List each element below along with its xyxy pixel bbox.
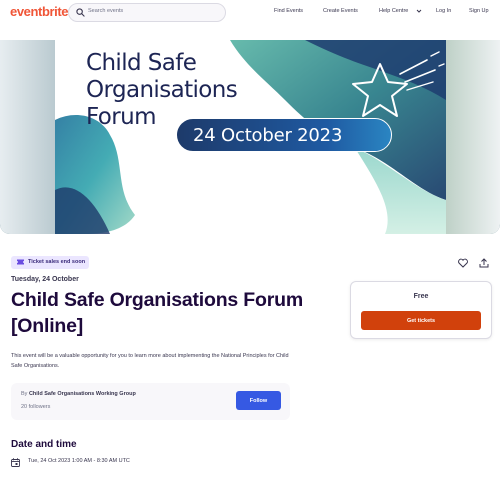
date-time-heading: Date and time bbox=[11, 439, 77, 450]
nav-help-centre[interactable]: Help Centre bbox=[379, 8, 408, 14]
ticket-icon bbox=[17, 259, 24, 265]
calendar-icon bbox=[11, 458, 20, 467]
search-bar[interactable]: Search events bbox=[68, 3, 226, 22]
heart-icon[interactable] bbox=[456, 256, 470, 270]
hero-backdrop-right bbox=[440, 40, 500, 234]
hero-title-line: Organisations bbox=[86, 77, 238, 103]
share-icon[interactable] bbox=[477, 256, 491, 270]
organizer-line: By Child Safe Organisations Working Grou… bbox=[21, 391, 136, 397]
nav-find-events[interactable]: Find Events bbox=[274, 8, 303, 14]
ticket-price: Free bbox=[413, 293, 429, 300]
chevron-down-icon[interactable] bbox=[416, 8, 422, 14]
organizer-followers: 20 followers bbox=[21, 404, 51, 410]
hero-date-pill: 24 October 2023 bbox=[176, 118, 392, 152]
hero-title-line: Child Safe bbox=[86, 50, 197, 76]
ticket-sales-badge: Ticket sales end soon bbox=[11, 256, 89, 269]
top-nav: eventbrite Search events Find Events Cre… bbox=[0, 0, 500, 26]
get-tickets-button[interactable]: Get tickets bbox=[361, 311, 481, 330]
follow-button[interactable]: Follow bbox=[236, 391, 281, 410]
date-time-value: Tue, 24 Oct 2023 1:00 AM - 8:30 AM UTC bbox=[28, 458, 130, 464]
nav-sign-up[interactable]: Sign Up bbox=[469, 8, 489, 14]
nav-log-in[interactable]: Log In bbox=[436, 8, 451, 14]
organizer-name[interactable]: Child Safe Organisations Working Group bbox=[29, 391, 136, 397]
eventbrite-logo[interactable]: eventbrite bbox=[10, 4, 69, 19]
organizer-by-label: By bbox=[21, 391, 28, 397]
search-input[interactable]: Search events bbox=[88, 8, 123, 14]
event-title: Child Safe Organisations Forum [Online] bbox=[11, 289, 303, 337]
organizer-card: By Child Safe Organisations Working Grou… bbox=[11, 383, 290, 420]
search-icon bbox=[76, 8, 85, 17]
event-date: Tuesday, 24 October bbox=[11, 276, 79, 283]
nav-create-events[interactable]: Create Events bbox=[323, 8, 358, 14]
badge-label: Ticket sales end soon bbox=[28, 259, 86, 265]
ticket-panel: Free Get tickets bbox=[350, 281, 492, 339]
hero-backdrop-left bbox=[0, 40, 60, 234]
hero-date-text: 24 October 2023 bbox=[193, 125, 343, 146]
event-summary: This event will be a valuable opportunit… bbox=[11, 353, 289, 369]
